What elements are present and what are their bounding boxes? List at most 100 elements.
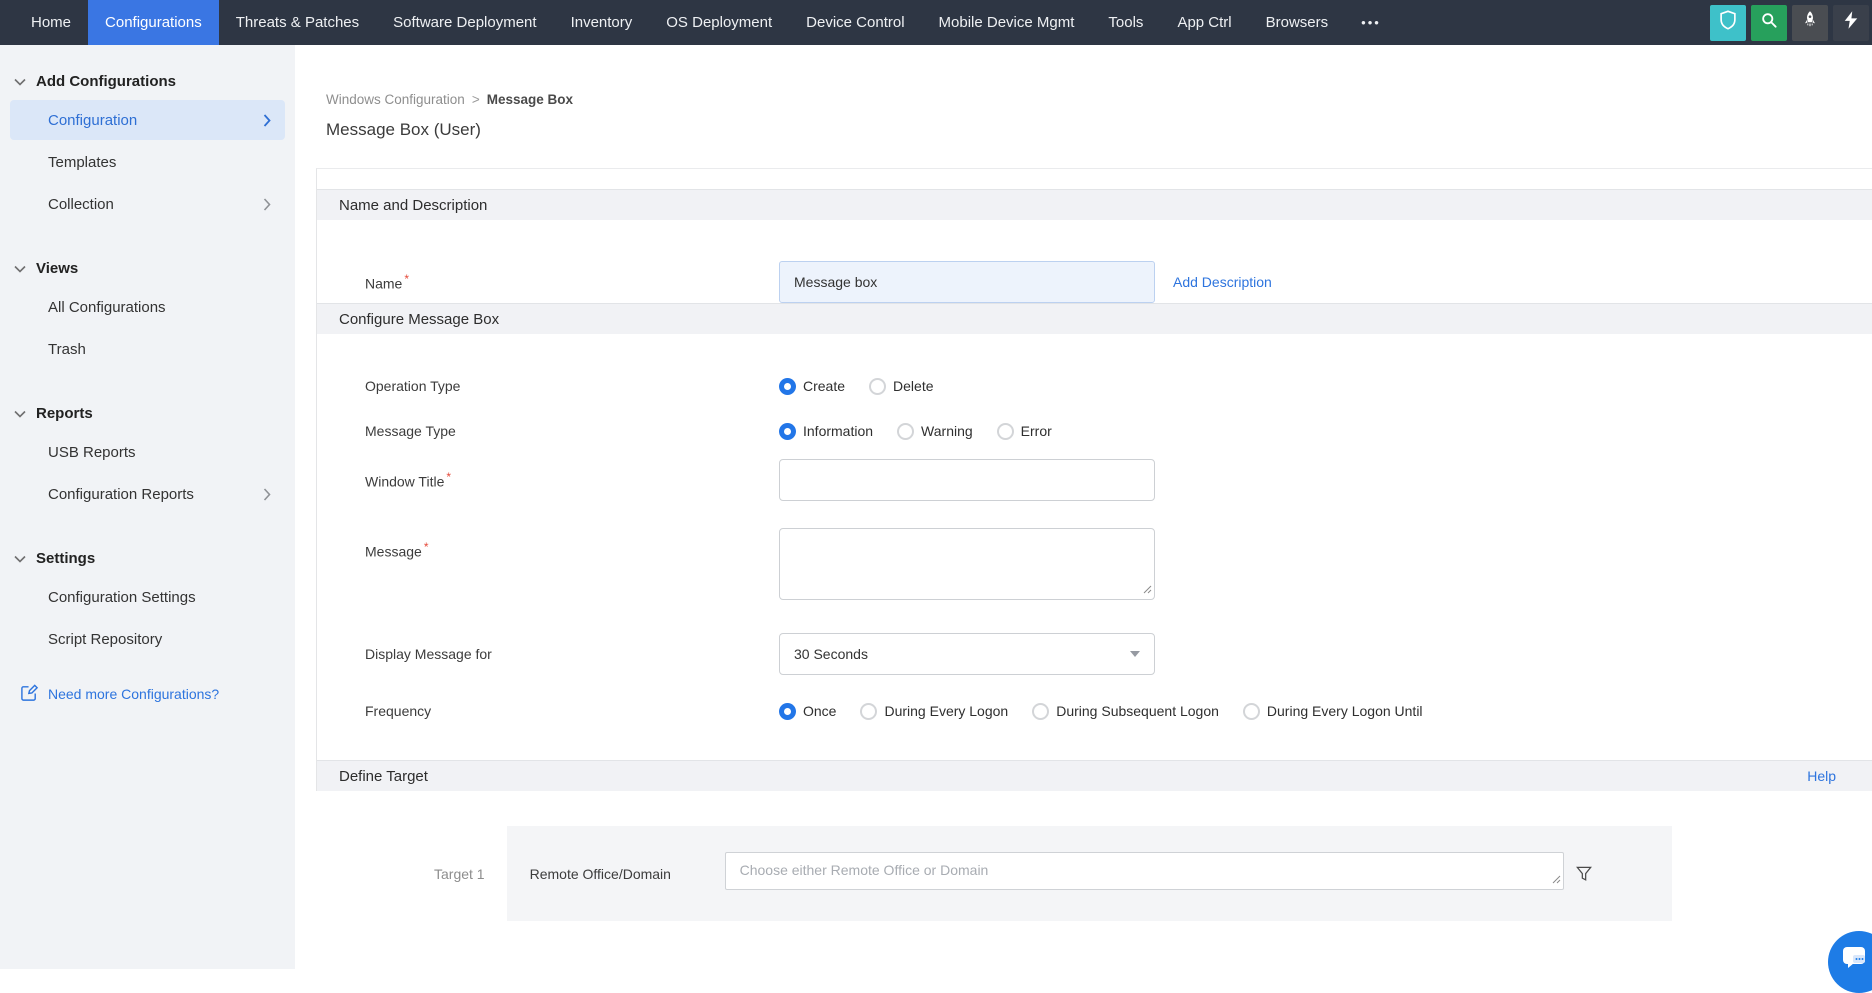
nav-item-configurations[interactable]: Configurations (88, 0, 219, 45)
sidebar-item-configuration[interactable]: Configuration (10, 100, 285, 140)
window-title-row: Window Title* (317, 459, 1872, 501)
chevron-down-icon (14, 73, 26, 90)
flash-button[interactable] (1833, 5, 1869, 41)
message-type-row: Message Type Information Warning Error (317, 420, 1872, 442)
nav-item-os-deployment[interactable]: OS Deployment (649, 0, 789, 45)
compose-icon (20, 683, 39, 705)
filter-icon[interactable] (1574, 864, 1594, 884)
radio-option-during-every-logon[interactable]: During Every Logon (860, 703, 1008, 720)
breadcrumb-current: Message Box (487, 92, 573, 107)
sidebar: Add Configurations Configuration Templat… (0, 45, 295, 969)
radio-unselected-icon[interactable] (897, 423, 914, 440)
message-textarea[interactable] (779, 528, 1155, 600)
sidebar-section-add-configurations[interactable]: Add Configurations (0, 73, 295, 90)
chevron-right-icon (263, 198, 271, 211)
search-button[interactable] (1751, 5, 1787, 41)
radio-unselected-icon[interactable] (1032, 703, 1049, 720)
nav-item-home[interactable]: Home (14, 0, 88, 45)
page-title: Message Box (User) (326, 120, 1872, 140)
need-more-configurations-link[interactable]: Need more Configurations? (20, 683, 295, 705)
nav-item-tools[interactable]: Tools (1091, 0, 1160, 45)
nav-item-device-control[interactable]: Device Control (789, 0, 921, 45)
nav-action-icons (1710, 0, 1872, 45)
section-header-define-target: Define Target Help (317, 760, 1872, 791)
radio-selected-icon[interactable] (779, 703, 796, 720)
help-link[interactable]: Help (1807, 768, 1836, 784)
shield-button[interactable] (1710, 5, 1746, 41)
required-asterisk: * (404, 272, 409, 286)
shield-icon (1717, 9, 1739, 36)
name-row: Name* Add Description (317, 261, 1872, 303)
main-content: Windows Configuration > Message Box Messag… (295, 45, 1872, 969)
sidebar-item-all-configurations[interactable]: All Configurations (10, 287, 285, 327)
sidebar-item-collection[interactable]: Collection (10, 184, 285, 224)
window-title-label: Window Title (365, 474, 444, 490)
chevron-down-icon (14, 405, 26, 422)
display-message-for-row: Display Message for 30 Seconds (317, 633, 1872, 675)
message-row: Message* (317, 528, 1872, 605)
radio-unselected-icon[interactable] (997, 423, 1014, 440)
top-nav: Home Configurations Threats & Patches So… (0, 0, 1872, 45)
form-panel: Name and Description Name* Add Descripti… (316, 168, 1872, 791)
frequency-label: Frequency (365, 703, 431, 719)
rocket-icon (1800, 10, 1820, 35)
radio-option-create[interactable]: Create (779, 378, 845, 395)
nav-item-mobile-device-mgmt[interactable]: Mobile Device Mgmt (922, 0, 1092, 45)
radio-option-warning[interactable]: Warning (897, 423, 973, 440)
target-row: Target 1 Remote Office/Domain (317, 826, 1872, 921)
nav-more-menu[interactable]: ••• (1345, 0, 1397, 45)
sidebar-section-views[interactable]: Views (0, 260, 295, 277)
radio-option-error[interactable]: Error (997, 423, 1052, 440)
sidebar-item-script-repository[interactable]: Script Repository (10, 619, 285, 659)
nav-item-software-deployment[interactable]: Software Deployment (376, 0, 553, 45)
radio-option-during-subsequent-logon[interactable]: During Subsequent Logon (1032, 703, 1219, 720)
breadcrumb: Windows Configuration > Message Box (326, 92, 1872, 107)
sidebar-item-usb-reports[interactable]: USB Reports (10, 432, 285, 472)
required-asterisk: * (446, 470, 451, 484)
radio-selected-icon[interactable] (779, 423, 796, 440)
section-header-name-description: Name and Description (317, 189, 1872, 220)
window-title-input[interactable] (779, 459, 1155, 501)
radio-option-information[interactable]: Information (779, 423, 873, 440)
frequency-row: Frequency Once During Every Logon During… (317, 700, 1872, 722)
message-type-label: Message Type (365, 423, 456, 439)
radio-unselected-icon[interactable] (860, 703, 877, 720)
sidebar-item-trash[interactable]: Trash (10, 329, 285, 369)
radio-option-during-every-logon-until[interactable]: During Every Logon Until (1243, 703, 1423, 720)
sidebar-section-reports[interactable]: Reports (0, 405, 295, 422)
name-label: Name (365, 276, 402, 292)
sidebar-item-configuration-settings[interactable]: Configuration Settings (10, 577, 285, 617)
section-header-configure-message-box: Configure Message Box (317, 303, 1872, 334)
sidebar-section-settings[interactable]: Settings (0, 550, 295, 567)
chevron-down-icon (1130, 651, 1140, 657)
sidebar-item-configuration-reports[interactable]: Configuration Reports (10, 474, 285, 514)
operation-type-row: Operation Type Create Delete (317, 375, 1872, 397)
required-asterisk: * (424, 540, 429, 554)
target-number-label: Target 1 (434, 866, 485, 882)
display-message-for-label: Display Message for (365, 646, 492, 662)
chat-icon (1842, 946, 1868, 970)
nav-item-app-ctrl[interactable]: App Ctrl (1160, 0, 1248, 45)
operation-type-label: Operation Type (365, 378, 460, 394)
nav-item-browsers[interactable]: Browsers (1249, 0, 1346, 45)
radio-option-delete[interactable]: Delete (869, 378, 933, 395)
radio-option-once[interactable]: Once (779, 703, 836, 720)
display-duration-select[interactable]: 30 Seconds (779, 633, 1155, 675)
chevron-right-icon (263, 114, 271, 127)
remote-office-domain-input[interactable] (725, 852, 1564, 890)
chevron-down-icon (14, 260, 26, 277)
breadcrumb-parent[interactable]: Windows Configuration (326, 92, 465, 107)
radio-unselected-icon[interactable] (1243, 703, 1260, 720)
radio-selected-icon[interactable] (779, 378, 796, 395)
rocket-button[interactable] (1792, 5, 1828, 41)
chevron-right-icon (263, 488, 271, 501)
sidebar-item-templates[interactable]: Templates (10, 142, 285, 182)
nav-item-threats-patches[interactable]: Threats & Patches (219, 0, 376, 45)
name-input[interactable] (779, 261, 1155, 303)
nav-item-inventory[interactable]: Inventory (554, 0, 650, 45)
radio-unselected-icon[interactable] (869, 378, 886, 395)
display-duration-value: 30 Seconds (794, 646, 868, 662)
add-description-link[interactable]: Add Description (1173, 274, 1272, 290)
breadcrumb-separator: > (472, 92, 480, 107)
chevron-down-icon (14, 550, 26, 567)
